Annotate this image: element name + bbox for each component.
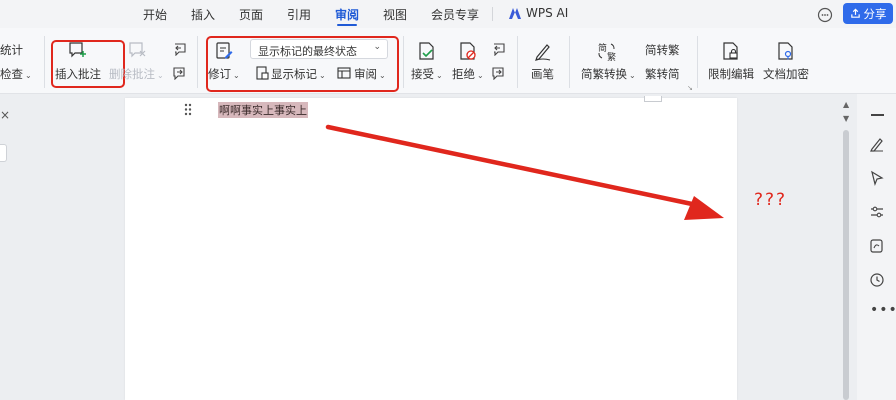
review-pane-icon: [337, 67, 351, 79]
reject-button[interactable]: 拒绝 ⌄: [452, 66, 484, 82]
spell-check-label: 检查: [0, 67, 23, 81]
to-traditional-button[interactable]: 简转繁: [645, 42, 680, 58]
encrypt-icon[interactable]: [776, 41, 796, 61]
previous-comment-icon[interactable]: [172, 43, 187, 56]
review-pane-label: 审阅: [354, 67, 377, 81]
convert-icon[interactable]: 简繁: [597, 41, 617, 61]
track-changes-icon[interactable]: [214, 41, 234, 61]
previous-change-icon[interactable]: [491, 43, 506, 56]
track-changes-label: 修订: [208, 67, 231, 81]
svg-text:繁: 繁: [607, 51, 616, 61]
next-comment-icon[interactable]: [172, 67, 187, 80]
to-simplified-button[interactable]: 繁转简: [645, 66, 680, 82]
ribbon-divider: [697, 36, 698, 88]
scrollbar-thumb[interactable]: [843, 130, 849, 400]
tab-review[interactable]: 审阅: [335, 6, 359, 26]
edit-pen-icon[interactable]: [869, 136, 885, 152]
right-toolbar: •••: [857, 94, 896, 400]
ribbon-divider: [403, 36, 404, 88]
convert-button[interactable]: 简繁转换 ⌄: [581, 66, 636, 82]
ribbon-divider: [197, 36, 198, 88]
ribbon-toolbar: 统计 检查 ⌄ 插入批注 删除批注 ⌄ 修订 ⌄ 显示标记的最终状态 ⌄ 显示标记 ⌄ …: [0, 28, 896, 94]
tab-view[interactable]: 视图: [383, 6, 407, 23]
display-mode-select[interactable]: 显示标记的最终状态 ⌄: [250, 39, 388, 59]
ink-button[interactable]: 画笔: [531, 66, 554, 82]
chevron-down-icon: ⌄: [477, 71, 484, 80]
tab-member[interactable]: 会员专享: [431, 6, 479, 23]
reject-label: 拒绝: [452, 67, 475, 81]
delete-comment-button: 删除批注 ⌄: [109, 66, 164, 82]
tab-page[interactable]: 页面: [239, 6, 263, 23]
reject-icon[interactable]: [458, 41, 478, 61]
restrict-edit-icon[interactable]: [721, 41, 741, 61]
convert-label: 简繁转换: [581, 67, 627, 81]
chevron-down-icon: ⌄: [436, 71, 443, 80]
menu-bar: 开始 插入 页面 引用 审阅 视图 会员专享 WPS AI 分享: [0, 0, 896, 28]
track-changes-button[interactable]: 修订 ⌄: [208, 66, 240, 82]
ribbon-divider: [44, 36, 45, 88]
delete-comment-icon: [129, 42, 146, 58]
arrow-head-icon: [684, 196, 724, 220]
drag-handle-icon[interactable]: [184, 103, 192, 116]
show-markup-label: 显示标记: [271, 67, 317, 81]
scroll-down-icon[interactable]: ▼: [843, 114, 849, 123]
delete-comment-label: 删除批注: [109, 67, 155, 81]
document-text[interactable]: 啊啊事实上事实上: [218, 102, 308, 118]
share-button[interactable]: 分享: [843, 3, 893, 24]
close-panel-icon[interactable]: ×: [0, 108, 10, 122]
more-icon[interactable]: •••: [870, 302, 896, 318]
minimize-icon[interactable]: [871, 114, 884, 116]
accept-icon[interactable]: [417, 41, 437, 61]
wps-ai-button[interactable]: WPS AI: [508, 6, 568, 20]
share-icon: [850, 8, 860, 18]
restrict-edit-button[interactable]: 限制编辑: [708, 66, 754, 82]
word-count-button[interactable]: 统计: [0, 42, 23, 58]
ai-writing-icon[interactable]: [869, 238, 885, 254]
ribbon-divider: [569, 36, 570, 88]
chevron-down-icon: ⌄: [233, 71, 240, 80]
encrypt-button[interactable]: 文档加密: [763, 66, 809, 82]
scroll-up-icon[interactable]: ▲: [843, 100, 849, 109]
show-markup-button[interactable]: 显示标记 ⌄: [271, 66, 326, 82]
expand-dialog-icon[interactable]: ↘: [687, 84, 693, 92]
vertical-scrollbar[interactable]: ▲ ▼: [842, 100, 850, 400]
share-label: 分享: [863, 6, 887, 21]
menu-divider: [492, 7, 493, 21]
accept-label: 接受: [411, 67, 434, 81]
ribbon-divider: [517, 36, 518, 88]
wps-ai-icon: [509, 7, 521, 19]
pen-icon[interactable]: [533, 41, 553, 61]
display-mode-value: 显示标记的最终状态: [258, 45, 357, 58]
select-cursor-icon[interactable]: [869, 170, 885, 186]
next-change-icon[interactable]: [491, 67, 506, 80]
show-markup-icon: [256, 66, 269, 80]
wps-ai-label: WPS AI: [526, 6, 569, 20]
side-panel-button[interactable]: [0, 144, 7, 162]
tab-insert[interactable]: 插入: [191, 6, 215, 23]
history-icon[interactable]: [869, 272, 885, 288]
chevron-down-icon: ⌄: [373, 42, 381, 52]
chevron-down-icon: ⌄: [319, 71, 326, 80]
annotation-question-marks: ???: [754, 190, 788, 210]
chevron-down-icon: ⌄: [157, 71, 164, 80]
accept-button[interactable]: 接受 ⌄: [411, 66, 443, 82]
tab-references[interactable]: 引用: [287, 6, 311, 23]
chevron-down-icon: ⌄: [629, 71, 636, 80]
page-marker: [644, 96, 662, 102]
svg-text:简: 简: [598, 42, 607, 54]
feedback-icon[interactable]: [817, 7, 833, 23]
annotation-arrow: [325, 124, 724, 220]
chevron-down-icon: ⌄: [25, 71, 32, 80]
tab-home[interactable]: 开始: [143, 6, 167, 23]
chevron-down-icon: ⌄: [379, 71, 386, 80]
review-pane-button[interactable]: 审阅 ⌄: [354, 66, 386, 82]
spell-check-button[interactable]: 检查 ⌄: [0, 66, 32, 82]
adjust-sliders-icon[interactable]: [869, 204, 885, 220]
